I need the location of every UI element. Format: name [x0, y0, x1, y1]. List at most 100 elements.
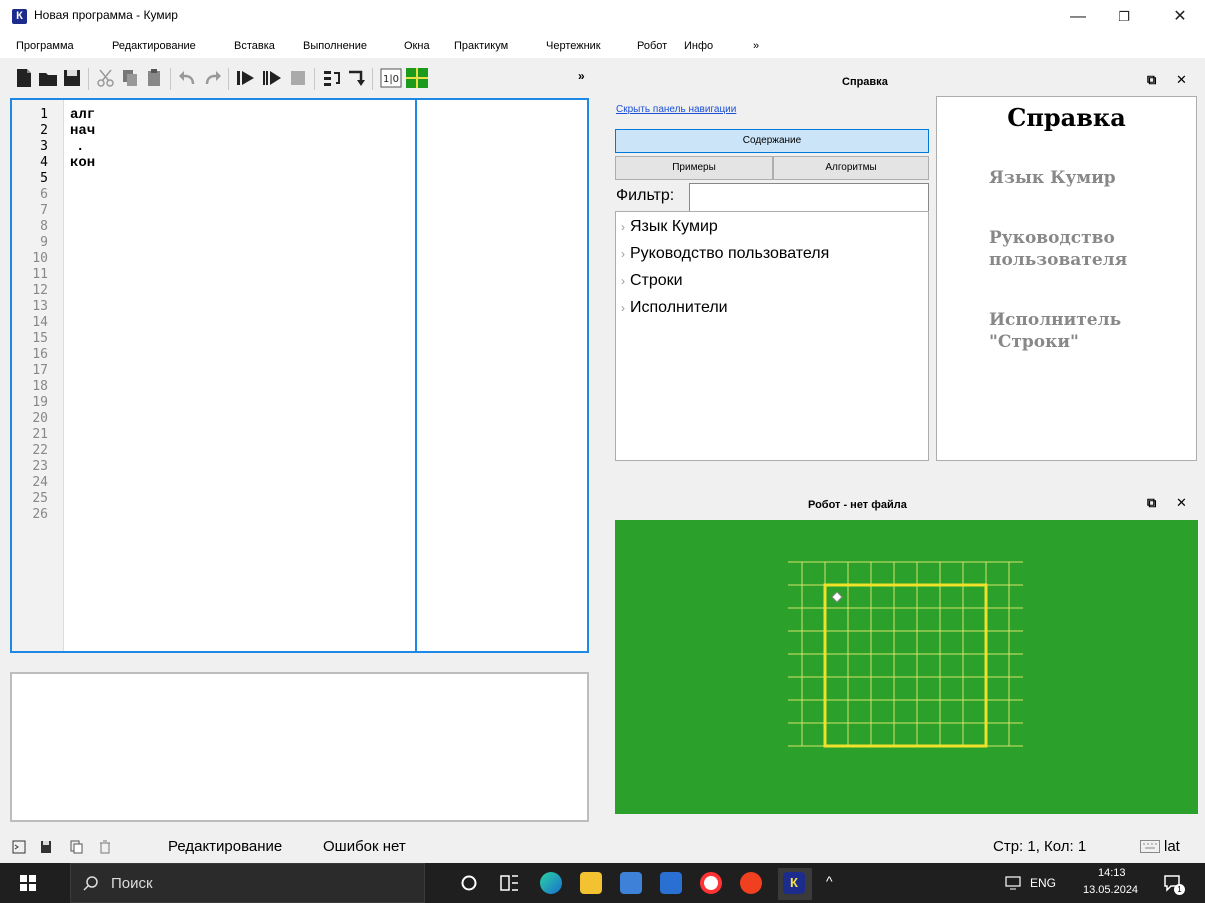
contents-button[interactable]: Содержание	[615, 129, 929, 153]
menu-program[interactable]: Программа	[16, 40, 74, 52]
save-icon[interactable]	[62, 68, 82, 88]
network-icon[interactable]	[1005, 876, 1021, 890]
svg-text:1|0: 1|0	[383, 74, 399, 85]
code-line[interactable]: .	[76, 139, 84, 155]
line-number: 24	[32, 475, 48, 490]
save-output-icon[interactable]	[40, 840, 54, 854]
examples-button[interactable]: Примеры	[615, 156, 773, 180]
menu-practicum[interactable]: Практикум	[454, 40, 508, 52]
windows-start-icon[interactable]	[20, 875, 36, 891]
expand-arrow-icon[interactable]: ›	[616, 247, 630, 261]
status-position: Стр: 1, Кол: 1	[993, 838, 1087, 855]
line-number-gutter: 1 2 3 4 5 6 7 8 9 10 11 12 13 14 15 16 1…	[12, 100, 64, 651]
undock-icon[interactable]: ⧉	[1147, 495, 1156, 511]
copy-icon[interactable]	[120, 68, 140, 88]
line-number: 20	[32, 411, 48, 426]
notification-badge: 1	[1174, 884, 1185, 895]
taskbar-search[interactable]: Поиск	[70, 863, 425, 903]
minimize-button[interactable]: —	[1055, 0, 1101, 34]
robot-field-canvas[interactable]	[615, 520, 1198, 814]
menu-overflow[interactable]: »	[753, 40, 759, 52]
copy-output-icon[interactable]	[70, 840, 84, 854]
line-number: 19	[32, 395, 48, 410]
redo-icon[interactable]	[202, 68, 222, 88]
yandex-browser-icon[interactable]	[740, 872, 762, 894]
tree-item[interactable]: › Руководство пользователя	[616, 245, 829, 263]
help-link-language[interactable]: Язык Кумир	[989, 167, 1116, 189]
code-line[interactable]: нач	[70, 123, 95, 139]
robot-field[interactable]	[615, 520, 1198, 814]
restore-button[interactable]: ❐	[1101, 0, 1147, 34]
line-number: 16	[32, 347, 48, 362]
new-file-icon[interactable]	[14, 68, 34, 88]
tree-item[interactable]: › Язык Кумир	[616, 218, 718, 236]
menu-windows[interactable]: Окна	[404, 40, 430, 52]
menu-edit[interactable]: Редактирование	[112, 40, 196, 52]
status-bar: Редактирование Ошибок нет Стр: 1, Кол: 1…	[0, 831, 1205, 861]
filter-label: Фильтр:	[616, 187, 675, 204]
line-number: 5	[40, 171, 48, 186]
step-over-icon[interactable]	[322, 68, 342, 88]
mail-icon[interactable]	[660, 872, 682, 894]
toolbar-separator	[88, 68, 89, 90]
paste-icon[interactable]	[144, 68, 164, 88]
close-button[interactable]: ✕	[1157, 0, 1203, 34]
clock-time[interactable]: 14:13	[1098, 867, 1126, 879]
help-close-icon[interactable]: ✕	[1176, 72, 1187, 88]
step-into-icon[interactable]	[346, 68, 366, 88]
help-link-user-guide[interactable]: Руководство пользователя	[989, 227, 1127, 271]
store-icon[interactable]	[620, 872, 642, 894]
open-folder-icon[interactable]	[38, 68, 58, 88]
run-step-icon[interactable]	[262, 68, 282, 88]
undo-icon[interactable]	[178, 68, 198, 88]
output-console[interactable]	[10, 672, 589, 822]
cut-icon[interactable]	[96, 68, 116, 88]
keyboard-icon	[1140, 840, 1160, 853]
toolbar-separator	[372, 68, 373, 90]
task-view-icon[interactable]	[500, 874, 520, 892]
edge-browser-icon[interactable]	[540, 872, 562, 894]
variables-icon[interactable]: 1|0	[380, 68, 402, 88]
console-icon[interactable]	[12, 840, 26, 854]
line-number: 17	[32, 363, 48, 378]
cortana-icon[interactable]	[460, 874, 478, 892]
tree-item[interactable]: › Строки	[616, 272, 683, 290]
clear-output-icon[interactable]	[98, 840, 112, 854]
clock-date[interactable]: 13.05.2024	[1083, 884, 1138, 896]
stop-icon[interactable]	[288, 68, 308, 88]
line-number: 8	[40, 219, 48, 234]
kumir-icon[interactable]: К	[783, 872, 805, 894]
help-link-strings-executor[interactable]: Исполнитель "Строки"	[989, 309, 1121, 353]
input-language[interactable]: ENG	[1030, 876, 1056, 890]
line-number: 7	[40, 203, 48, 218]
help-panel-title: Справка	[842, 76, 888, 88]
menu-drawer[interactable]: Чертежник	[546, 40, 601, 52]
undock-icon[interactable]: ⧉	[1147, 72, 1156, 88]
menu-insert[interactable]: Вставка	[234, 40, 275, 52]
expand-arrow-icon[interactable]: ›	[616, 301, 630, 315]
line-number: 18	[32, 379, 48, 394]
filter-input[interactable]	[689, 183, 929, 212]
line-number: 11	[32, 267, 48, 282]
toolbar-overflow[interactable]: »	[578, 69, 585, 83]
robot-window-icon[interactable]	[406, 68, 428, 88]
title-bar: К Новая программа - Кумир — ❐ ✕	[0, 0, 1205, 36]
tray-chevron-icon[interactable]: ^	[826, 873, 833, 889]
code-line[interactable]: алг	[70, 107, 95, 123]
code-editor[interactable]: 1 2 3 4 5 6 7 8 9 10 11 12 13 14 15 16 1…	[10, 98, 589, 653]
yandex-icon[interactable]	[700, 872, 722, 894]
menu-robot[interactable]: Робот	[637, 40, 667, 52]
robot-close-icon[interactable]: ✕	[1176, 495, 1187, 511]
expand-arrow-icon[interactable]: ›	[616, 274, 630, 288]
code-line[interactable]: кон	[70, 155, 95, 171]
menu-info[interactable]: Инфо	[684, 40, 713, 52]
line-number: 23	[32, 459, 48, 474]
line-number: 9	[40, 235, 48, 250]
hide-navigation-link[interactable]: Скрыть панель навигации	[616, 104, 736, 115]
file-explorer-icon[interactable]	[580, 872, 602, 894]
algorithms-button[interactable]: Алгоритмы	[773, 156, 929, 180]
expand-arrow-icon[interactable]: ›	[616, 220, 630, 234]
run-icon[interactable]	[236, 68, 256, 88]
tree-item[interactable]: › Исполнители	[616, 299, 728, 317]
menu-run[interactable]: Выполнение	[303, 40, 367, 52]
